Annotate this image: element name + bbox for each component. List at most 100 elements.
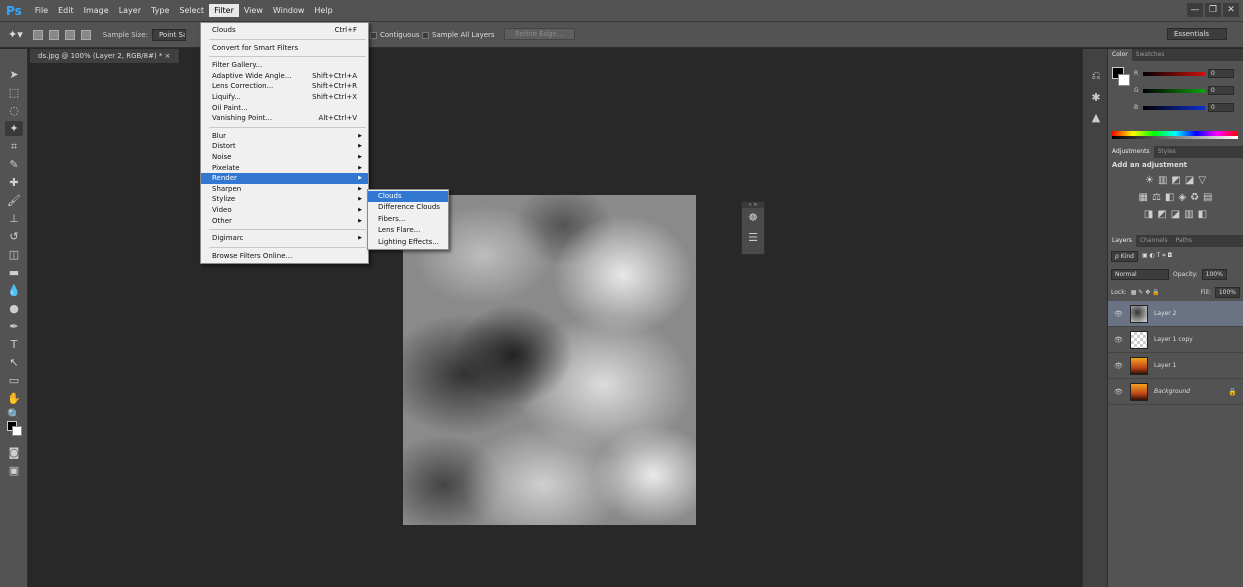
- lock-icons[interactable]: ▦ ✎ ✥ 🔒: [1131, 289, 1160, 296]
- threshold-icon[interactable]: ◪: [1171, 206, 1180, 223]
- layer-name[interactable]: Layer 1: [1154, 362, 1176, 369]
- sample-all-layers-checkbox[interactable]: Sample All Layers: [422, 31, 495, 39]
- menu-item-blur[interactable]: Blur ▶: [201, 131, 368, 142]
- red-value-input[interactable]: 0: [1208, 69, 1234, 78]
- menu-filter[interactable]: Filter: [209, 4, 239, 17]
- history-brush-icon[interactable]: ↺: [5, 229, 23, 244]
- color-lookup-icon[interactable]: ▤: [1203, 189, 1212, 206]
- menu-item-liquify[interactable]: Liquify... Shift+Ctrl+X: [201, 92, 368, 103]
- new-selection-icon[interactable]: [32, 29, 43, 40]
- hue-saturation-icon[interactable]: ▦: [1139, 189, 1148, 206]
- invert-icon[interactable]: ◨: [1144, 206, 1153, 223]
- eyedropper-tool-icon[interactable]: ✎: [5, 157, 23, 172]
- dodge-tool-icon[interactable]: ●: [5, 301, 23, 316]
- levels-icon[interactable]: ▥: [1158, 172, 1167, 189]
- history-icon[interactable]: ⎌: [1088, 69, 1104, 85]
- menu-item-distort[interactable]: Distort ▶: [201, 141, 368, 152]
- hand-tool-icon[interactable]: ✋: [5, 391, 23, 406]
- menu-item-vanishing-point[interactable]: Vanishing Point... Alt+Ctrl+V: [201, 113, 368, 124]
- visibility-eye-icon[interactable]: 👁: [1114, 362, 1124, 370]
- tab-paths[interactable]: Paths: [1172, 235, 1196, 247]
- selective-color-icon[interactable]: ◧: [1198, 206, 1207, 223]
- character-icon[interactable]: ☸: [742, 208, 764, 228]
- submenu-item-difference-clouds[interactable]: Difference Clouds: [368, 202, 448, 213]
- menu-item-render[interactable]: Render ▶: [201, 173, 368, 184]
- paragraph-icon[interactable]: ☰: [742, 228, 764, 248]
- layer-row[interactable]: 👁 Layer 2: [1108, 301, 1243, 327]
- submenu-item-clouds[interactable]: Clouds: [368, 191, 448, 203]
- green-value-input[interactable]: 0: [1208, 86, 1234, 95]
- kind-filter-select[interactable]: ρ Kind: [1111, 250, 1138, 262]
- intersect-selection-icon[interactable]: [80, 29, 91, 40]
- layer-name[interactable]: Layer 2: [1154, 310, 1176, 317]
- workspace-select[interactable]: Essentials: [1167, 28, 1227, 40]
- shape-tool-icon[interactable]: ▭: [5, 373, 23, 388]
- gradient-map-icon[interactable]: ▥: [1184, 206, 1193, 223]
- menu-file[interactable]: File: [30, 4, 53, 17]
- path-selection-icon[interactable]: ↖: [5, 355, 23, 370]
- clone-source-icon[interactable]: ▲: [1088, 111, 1104, 127]
- color-spectrum[interactable]: [1112, 131, 1238, 139]
- menu-item-lens-correction[interactable]: Lens Correction... Shift+Ctrl+R: [201, 81, 368, 92]
- magic-wand-tool-icon[interactable]: ✦: [5, 121, 23, 136]
- green-channel-slider[interactable]: G 0: [1134, 86, 1234, 95]
- background-color-swatch[interactable]: [12, 426, 22, 436]
- submenu-item-fibers[interactable]: Fibers...: [368, 214, 448, 225]
- red-channel-slider[interactable]: R 0: [1134, 69, 1234, 78]
- close-button[interactable]: ✕: [1223, 3, 1239, 17]
- menu-item-noise[interactable]: Noise ▶: [201, 152, 368, 163]
- blue-slider-bar[interactable]: [1143, 105, 1205, 110]
- background-color-swatch[interactable]: [1118, 74, 1130, 86]
- layer-row[interactable]: 👁 Layer 1: [1108, 353, 1243, 379]
- menu-item-browse-filters-online[interactable]: Browse Filters Online...: [201, 251, 368, 262]
- blue-channel-slider[interactable]: B 0: [1134, 103, 1234, 112]
- layer-name[interactable]: Background: [1154, 388, 1190, 395]
- menu-type[interactable]: Type: [146, 4, 174, 17]
- brightness-icon[interactable]: ☀: [1145, 172, 1154, 189]
- brush-settings-icon[interactable]: ✱: [1088, 91, 1104, 107]
- vibrance-icon[interactable]: ▽: [1198, 172, 1206, 189]
- tab-swatches[interactable]: Swatches: [1132, 49, 1169, 61]
- menu-edit[interactable]: Edit: [53, 4, 79, 17]
- refine-edge-button[interactable]: Refine Edge...: [504, 28, 575, 40]
- menu-item-filter-gallery[interactable]: Filter Gallery...: [201, 60, 368, 71]
- submenu-item-lighting-effects[interactable]: Lighting Effects...: [368, 237, 448, 248]
- crop-tool-icon[interactable]: ⌗: [5, 139, 23, 154]
- tab-styles[interactable]: Styles: [1154, 146, 1180, 158]
- submenu-item-lens-flare[interactable]: Lens Flare...: [368, 225, 448, 236]
- menu-view[interactable]: View: [239, 4, 268, 17]
- blend-mode-select[interactable]: Normal: [1111, 268, 1169, 280]
- channel-mixer-icon[interactable]: ♻: [1190, 189, 1199, 206]
- menu-item-sharpen[interactable]: Sharpen ▶: [201, 184, 368, 195]
- menu-help[interactable]: Help: [309, 4, 337, 17]
- filter-icons[interactable]: ▣ ◐ T ⌗ ◘: [1142, 252, 1172, 260]
- contiguous-checkbox[interactable]: Contiguous: [370, 31, 420, 39]
- fill-input[interactable]: 100%: [1214, 286, 1240, 298]
- menu-select[interactable]: Select: [174, 4, 209, 17]
- magic-wand-tool-icon[interactable]: ✦▾: [8, 28, 23, 41]
- screen-mode-icon[interactable]: ▣: [5, 463, 23, 478]
- pen-tool-icon[interactable]: ✒: [5, 319, 23, 334]
- menu-item-oil-paint[interactable]: Oil Paint...: [201, 103, 368, 114]
- layer-name[interactable]: Layer 1 copy: [1154, 336, 1193, 343]
- color-balance-icon[interactable]: ⚖: [1152, 189, 1161, 206]
- layer-row[interactable]: 👁 Layer 1 copy: [1108, 327, 1243, 353]
- menu-item-other[interactable]: Other ▶: [201, 216, 368, 227]
- marquee-tool-icon[interactable]: ⬚: [5, 85, 23, 100]
- tab-channels[interactable]: Channels: [1136, 235, 1172, 247]
- menu-item-video[interactable]: Video ▶: [201, 205, 368, 216]
- menu-layer[interactable]: Layer: [114, 4, 146, 17]
- menu-item-pixelate[interactable]: Pixelate ▶: [201, 163, 368, 174]
- subtract-selection-icon[interactable]: [64, 29, 75, 40]
- visibility-eye-icon[interactable]: 👁: [1114, 310, 1124, 318]
- menu-window[interactable]: Window: [268, 4, 310, 17]
- brush-tool-icon[interactable]: 🖌: [5, 193, 23, 208]
- maximize-button[interactable]: ❐: [1205, 3, 1221, 17]
- type-tool-icon[interactable]: T: [5, 337, 23, 352]
- tab-color[interactable]: Color: [1108, 49, 1132, 61]
- zoom-tool-icon[interactable]: 🔍: [5, 407, 23, 422]
- menu-item-stylize[interactable]: Stylize ▶: [201, 194, 368, 205]
- green-slider-bar[interactable]: [1143, 88, 1205, 93]
- sample-size-select[interactable]: Point Sample: [151, 28, 186, 41]
- visibility-eye-icon[interactable]: 👁: [1114, 388, 1124, 396]
